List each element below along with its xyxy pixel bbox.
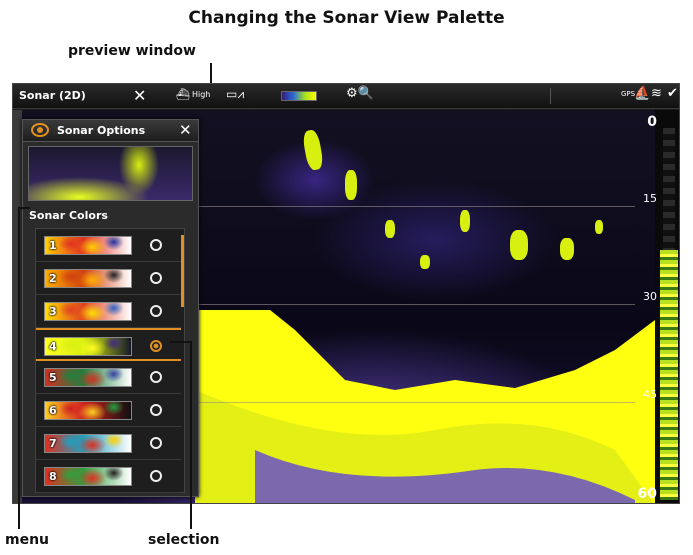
status-bar-divider: [550, 88, 551, 104]
palette-option-3[interactable]: 3: [36, 295, 181, 328]
sonar-icon: ≋: [651, 86, 662, 101]
view-close-icon[interactable]: ✕: [133, 86, 146, 105]
palette-radio-button[interactable]: [150, 437, 162, 449]
palette-preview-window: [28, 146, 193, 201]
depth-label-0: 0: [647, 114, 657, 130]
depth-line: [195, 304, 635, 305]
palette-radio-button[interactable]: [150, 239, 162, 251]
palette-swatch: 4: [44, 337, 132, 356]
status-bar: Sonar (2D) ✕ ⛴ High ▭⩘ ⚙🔍 GPS ⛵ ≋ ✔: [13, 84, 679, 109]
palette-swatch: 7: [44, 434, 132, 453]
palette-radio-button[interactable]: [150, 272, 162, 284]
palette-swatch: 2: [44, 269, 132, 288]
depth-line: [195, 206, 635, 207]
palette-swatch: 3: [44, 302, 132, 321]
gps-icon: GPS: [621, 90, 636, 98]
boat-high-icon: ⛴: [176, 88, 190, 101]
figure-title: Changing the Sonar View Palette: [188, 8, 505, 28]
device-screen: Sonar (2D) ✕ ⛴ High ▭⩘ ⚙🔍 GPS ⛵ ≋ ✔ 0 15…: [12, 83, 680, 504]
palette-number: 6: [49, 404, 57, 417]
depth-label-15: 15: [643, 192, 657, 205]
view-title: Sonar (2D): [19, 89, 86, 102]
palette-number: 1: [49, 239, 57, 252]
sonar-options-menu: Sonar Options ✕ Sonar Colors 1 2 3 4 5 6 7 8: [22, 119, 199, 497]
frequency-indicator[interactable]: ⛴ High: [176, 88, 210, 101]
palette-option-5[interactable]: 5: [36, 361, 181, 394]
palette-radio-button[interactable]: [150, 470, 162, 482]
palette-swatch: 1: [44, 236, 132, 255]
palette-number: 7: [49, 437, 57, 450]
palette-swatch: 8: [44, 467, 132, 486]
palette-radio-button[interactable]: [150, 340, 162, 352]
palette-option-8[interactable]: 8: [36, 460, 181, 493]
callout-preview-window: preview window: [68, 43, 196, 59]
palette-number: 2: [49, 272, 57, 285]
sonar-echo: [420, 255, 430, 269]
leader-line-selection-horizontal: [170, 341, 192, 343]
sonar-echo: [301, 128, 325, 172]
palette-number: 8: [49, 470, 57, 483]
sonar-echo: [385, 220, 395, 238]
leader-line-menu-horizontal: [18, 207, 30, 209]
palette-option-6[interactable]: 6: [36, 394, 181, 427]
palette-option-7[interactable]: 7: [36, 427, 181, 460]
menu-close-icon[interactable]: ✕: [179, 121, 192, 139]
palette-list-scrollbar[interactable]: [181, 235, 184, 307]
palette-option-2[interactable]: 2: [36, 262, 181, 295]
leader-line-menu: [18, 207, 20, 529]
palette-number: 5: [49, 371, 57, 384]
sonar-echo: [560, 238, 574, 260]
sonar-echo: [595, 220, 603, 234]
sonar-echo: [510, 230, 528, 260]
palette-indicator[interactable]: [281, 91, 317, 101]
menu-header: Sonar Options ✕: [23, 120, 198, 142]
sonar-echo: [345, 170, 357, 200]
palette-swatch: 5: [44, 368, 132, 387]
depth-label-60: 60: [637, 486, 657, 502]
palette-radio-button[interactable]: [150, 404, 162, 416]
palette-option-1[interactable]: 1: [36, 229, 181, 262]
leader-line-selection: [190, 341, 192, 529]
eye-icon: [31, 123, 49, 137]
palette-radio-button[interactable]: [150, 371, 162, 383]
depth-line: [195, 402, 635, 403]
sonar-echo: [460, 210, 470, 232]
chart-view-icon[interactable]: ▭⩘: [226, 87, 244, 102]
boat-icon: ⛵: [634, 86, 651, 101]
palette-number: 4: [49, 340, 57, 353]
callout-menu: menu: [5, 532, 50, 548]
palette-option-4[interactable]: 4: [36, 328, 181, 361]
depth-label-30: 30: [643, 290, 657, 303]
check-circle-icon: ✔: [667, 86, 678, 101]
zoom-settings-icon[interactable]: ⚙🔍: [346, 86, 374, 101]
depth-scale-intensity: [660, 250, 678, 500]
sonar-colors-label: Sonar Colors: [29, 209, 108, 222]
palette-list: 1 2 3 4 5 6 7 8: [35, 228, 185, 493]
menu-title: Sonar Options: [57, 124, 146, 137]
palette-number: 3: [49, 305, 57, 318]
frequency-label: High: [191, 90, 211, 99]
palette-swatch: 6: [44, 401, 132, 420]
callout-selection: selection: [148, 532, 220, 548]
depth-label-45: 45: [643, 388, 657, 401]
palette-radio-button[interactable]: [150, 305, 162, 317]
